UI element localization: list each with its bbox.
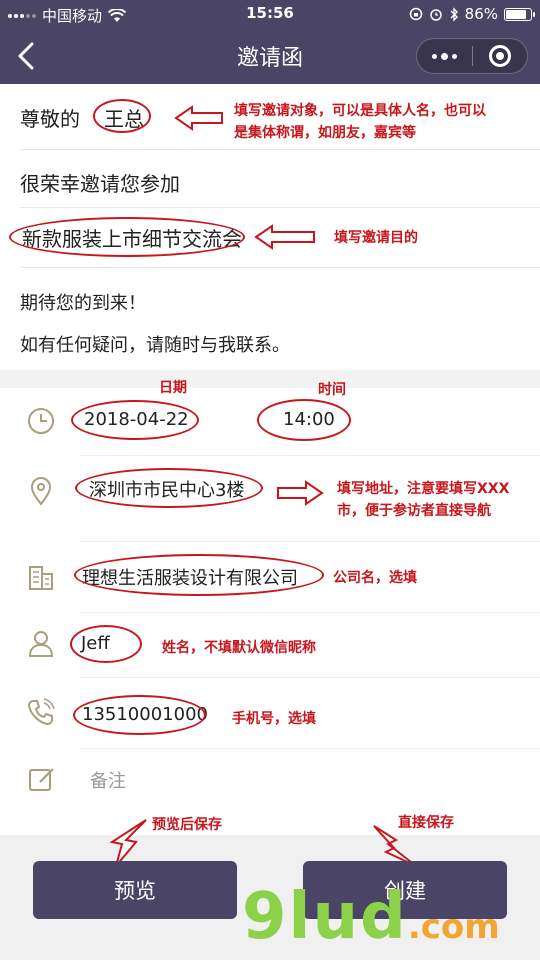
rotation-lock-icon — [409, 7, 422, 21]
company-highlight — [74, 554, 324, 596]
divider — [20, 267, 540, 268]
status-bar: 中国移动 15:56 86% — [0, 0, 540, 28]
company-note: 公司名，选填 — [333, 570, 417, 586]
capsule-close-button[interactable] — [472, 38, 527, 74]
divider — [80, 455, 540, 456]
capsule-close-icon — [488, 45, 511, 67]
location-pin-icon — [30, 477, 52, 506]
date-highlight — [71, 400, 199, 440]
top-bar: 中国移动 15:56 86% 邀请函 — [0, 0, 540, 84]
bluetooth-icon — [450, 6, 458, 22]
battery-percent: 86% — [464, 5, 498, 23]
recipient-highlight — [93, 99, 151, 133]
divider — [80, 612, 540, 613]
edit-note-icon — [29, 768, 54, 791]
watermark-logo: 9lud.com — [242, 880, 500, 954]
section-gap — [0, 370, 540, 388]
event-name-highlight — [9, 217, 245, 257]
battery-icon — [504, 7, 535, 21]
preview-button[interactable]: 预览 — [33, 861, 237, 919]
divider — [80, 748, 540, 749]
purpose-note: 填写邀请目的 — [334, 230, 418, 246]
arrow-left-icon — [254, 224, 315, 250]
address-note: 填写地址，注意要填写XXX 市，便于参访者直接导航 — [337, 479, 509, 522]
clock-icon — [28, 408, 54, 434]
time-highlight — [257, 399, 351, 441]
building-icon — [29, 566, 53, 590]
divider — [20, 149, 540, 150]
address-highlight — [75, 468, 263, 508]
honored-line: 很荣幸邀请您参加 — [20, 172, 180, 196]
alarm-icon — [429, 9, 442, 21]
recipient-note-line-2: 是集体称谓，如朋友，嘉宾等 — [234, 124, 416, 141]
watermark-suffix: .com — [407, 907, 500, 947]
greeting-prefix: 尊敬的 — [20, 107, 80, 131]
more-dots-icon — [431, 53, 437, 59]
note-input[interactable]: 备注 — [90, 767, 126, 793]
name-note: 姓名，不填默认微信昵称 — [162, 640, 316, 656]
name-highlight — [70, 625, 142, 663]
divider — [20, 207, 540, 208]
status-right: 86% — [409, 5, 535, 23]
closing-line-1: 期待您的到来！ — [20, 293, 146, 314]
phone-note: 手机号，选填 — [232, 711, 316, 727]
address-note-line-1: 填写地址，注意要填写XXX — [337, 481, 510, 497]
divider — [80, 541, 540, 542]
closing-line-2: 如有任何疑问，请随时与我联系。 — [20, 335, 290, 356]
divider — [80, 677, 540, 678]
arrow-left-icon — [174, 105, 223, 131]
recipient-note: 填写邀请对象，可以是具体人名，也可以 是集体称谓，如朋友，嘉宾等 — [234, 101, 486, 144]
time-label-note: 时间 — [318, 382, 346, 398]
nav-bar: 邀请函 — [0, 28, 540, 84]
recipient-note-line-1: 填写邀请对象，可以是具体人名，也可以 — [234, 103, 486, 119]
watermark-brand: 9lud — [242, 880, 408, 954]
more-button[interactable] — [417, 38, 472, 74]
arrow-right-icon — [277, 480, 324, 506]
address-note-line-2: 市，便于参访者直接导航 — [337, 502, 491, 519]
person-icon — [28, 631, 54, 657]
date-label-note: 日期 — [159, 380, 187, 396]
preview-note: 预览后保存 — [152, 817, 222, 833]
phone-icon — [27, 698, 55, 726]
mini-program-capsule — [416, 38, 528, 74]
phone-highlight — [73, 695, 206, 735]
